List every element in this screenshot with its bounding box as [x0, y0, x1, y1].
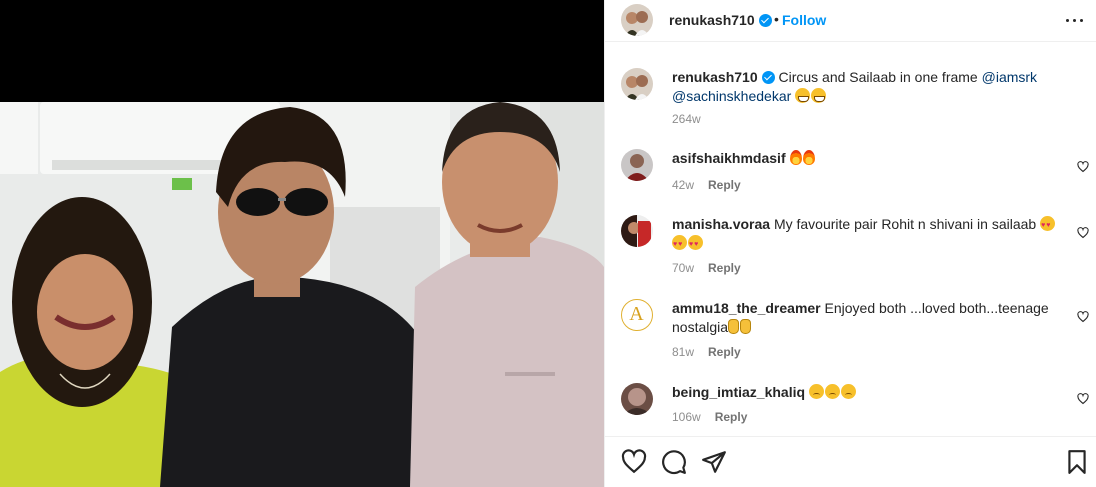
commenter-avatar[interactable] — [621, 215, 653, 247]
comment-meta: 106w Reply — [672, 410, 747, 424]
separator-dot: • — [774, 11, 779, 27]
author-avatar[interactable] — [621, 4, 653, 36]
verified-badge-icon — [758, 14, 772, 27]
like-comment-heart-icon[interactable] — [1077, 311, 1089, 323]
commenter-avatar[interactable] — [621, 383, 653, 415]
comment-text-block: ammu18_the_dreamer Enjoyed both ...loved… — [672, 299, 1057, 337]
mention-link[interactable]: @iamsrk — [982, 69, 1037, 85]
comment-icon[interactable] — [661, 449, 687, 475]
heart-eyes-emoji — [672, 235, 687, 254]
victory-hand-emoji — [740, 319, 752, 334]
reply-button[interactable]: Reply — [708, 178, 741, 192]
comment-username[interactable]: manisha.voraa — [672, 216, 770, 232]
comment-timestamp[interactable]: 81w — [672, 345, 694, 359]
comment-username[interactable]: being_imtiaz_khaliq — [672, 384, 805, 400]
reply-button[interactable]: Reply — [708, 261, 741, 275]
comment-text-block: being_imtiaz_khaliq — [672, 383, 1057, 402]
caption-author-avatar[interactable] — [621, 68, 653, 100]
author-username-header[interactable]: renukash710 — [669, 12, 772, 28]
author-username[interactable]: renukash710 — [669, 12, 755, 28]
grinning-squint-emoji — [795, 88, 811, 103]
heart-eyes-emoji — [688, 235, 703, 254]
heart-icon[interactable] — [621, 449, 647, 475]
post-side-panel: renukash710 • Follow renukash710 Circus — [604, 0, 1096, 487]
sad-face-emoji — [824, 384, 840, 399]
grinning-squint-emoji — [811, 88, 827, 103]
sad-face-emoji — [808, 384, 824, 399]
comment-timestamp[interactable]: 106w — [672, 410, 701, 424]
more-options-icon[interactable] — [1063, 10, 1087, 30]
comment-meta: 42w Reply — [672, 178, 741, 192]
comment-username[interactable]: ammu18_the_dreamer — [672, 300, 821, 316]
follow-button[interactable]: Follow — [782, 12, 826, 28]
comment-text-block: manisha.voraa My favourite pair Rohit n … — [672, 215, 1057, 254]
comment-username[interactable]: asifshaikhmdasif — [672, 150, 786, 166]
bookmark-icon[interactable] — [1064, 449, 1090, 475]
reply-button[interactable]: Reply — [708, 345, 741, 359]
commenter-avatar[interactable]: A — [621, 299, 653, 331]
comment-timestamp[interactable]: 42w — [672, 178, 694, 192]
post-media[interactable] — [0, 0, 604, 487]
share-icon[interactable] — [701, 449, 727, 475]
post-action-bar — [605, 436, 1096, 487]
commenter-avatar[interactable] — [621, 149, 653, 181]
caption-text-block: renukash710 Circus and Sailaab in one fr… — [672, 68, 1057, 106]
avatar-letter: A — [629, 303, 644, 325]
like-comment-heart-icon[interactable] — [1077, 393, 1089, 405]
group-photo-illustration — [0, 102, 604, 487]
victory-hand-emoji — [728, 319, 740, 334]
fire-emoji — [802, 150, 815, 165]
post-header: renukash710 • Follow — [605, 0, 1096, 42]
comment-meta: 70w Reply — [672, 261, 741, 275]
sad-face-emoji — [840, 384, 856, 399]
like-comment-heart-icon[interactable] — [1077, 227, 1089, 239]
like-comment-heart-icon[interactable] — [1077, 161, 1089, 173]
reply-button[interactable]: Reply — [715, 410, 748, 424]
comment-timestamp[interactable]: 70w — [672, 261, 694, 275]
fire-emoji — [789, 150, 802, 165]
caption-timestamp[interactable]: 264w — [672, 112, 701, 126]
post-photo — [0, 102, 604, 487]
comment-text: My favourite pair Rohit n shivani in sai… — [773, 216, 1037, 232]
comment-text-block: asifshaikhmdasif — [672, 149, 1057, 168]
mention-link[interactable]: @sachinskhedekar — [672, 88, 791, 104]
caption-meta: 264w — [672, 112, 701, 126]
caption-text: Circus and Sailaab in one frame — [778, 69, 978, 85]
verified-badge-icon — [761, 71, 775, 84]
comment-meta: 81w Reply — [672, 345, 741, 359]
heart-eyes-emoji — [1040, 216, 1056, 235]
caption-username[interactable]: renukash710 — [672, 69, 758, 85]
comments-list[interactable]: renukash710 Circus and Sailaab in one fr… — [605, 52, 1096, 434]
